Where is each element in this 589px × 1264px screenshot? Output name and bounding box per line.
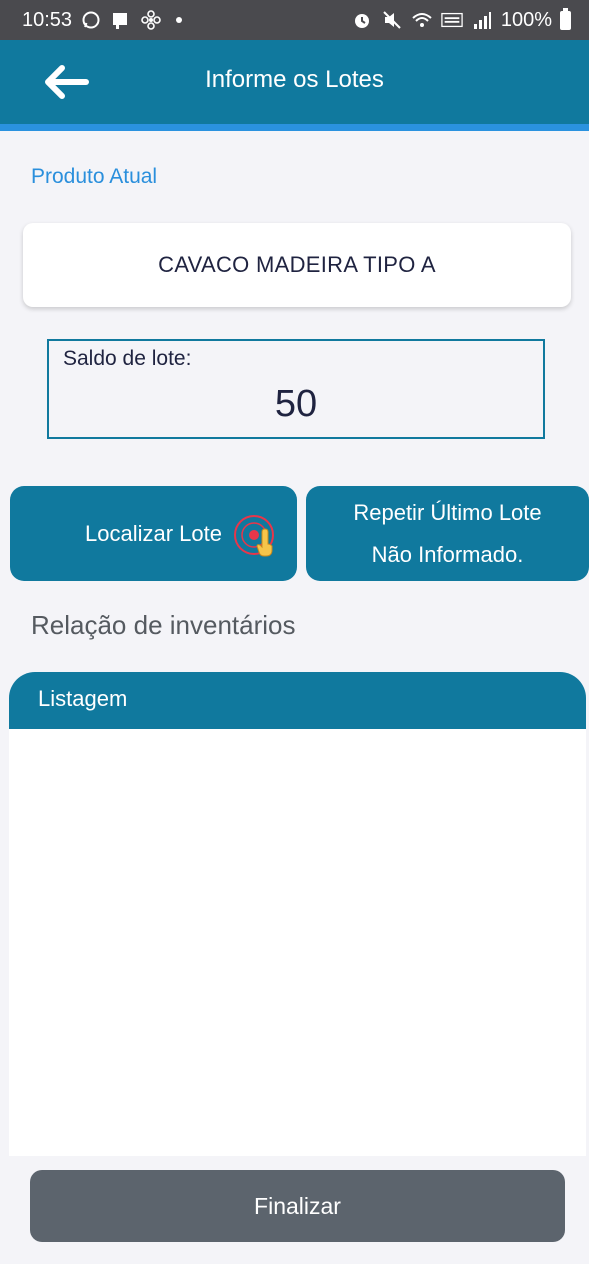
status-bar: 10:53 100% — [0, 0, 589, 40]
battery-icon — [560, 7, 571, 30]
find-lot-button-label: Localizar Lote — [85, 520, 222, 546]
battery-percent: 100% — [500, 8, 552, 31]
volte-icon — [441, 9, 463, 31]
status-time: 10:53 — [22, 8, 73, 31]
page-title: Informe os Lotes — [205, 66, 384, 93]
lot-balance-label: Saldo de lote: — [63, 347, 192, 370]
inventory-section-title: Relação de inventários — [31, 610, 296, 640]
finish-button[interactable]: Finalizar — [30, 1170, 565, 1242]
app-bar: Informe os Lotes — [0, 40, 589, 124]
finish-button-label: Finalizar — [254, 1192, 341, 1219]
signal-icon — [471, 9, 493, 31]
notification-app-icon — [110, 9, 132, 31]
repeat-last-lot-button[interactable]: Repetir Último Lote Não Informado. — [306, 486, 589, 581]
repeat-last-lot-line2: Não Informado. — [371, 541, 524, 567]
product-name: CAVACO MADEIRA TIPO A — [158, 252, 436, 277]
whatsapp-icon — [80, 9, 102, 31]
current-product-card: CAVACO MADEIRA TIPO A — [23, 223, 571, 307]
inventory-list[interactable] — [9, 729, 586, 1156]
status-dot — [176, 17, 183, 23]
repeat-last-lot-line1: Repetir Último Lote — [353, 499, 542, 525]
list-header-label: Listagem — [38, 686, 128, 711]
touch-pointer-icon — [234, 515, 274, 557]
alarm-icon — [351, 9, 373, 31]
fan-icon — [140, 9, 162, 31]
wifi-icon — [411, 9, 433, 31]
list-header: Listagem — [9, 672, 586, 730]
current-product-label: Produto Atual — [31, 165, 158, 188]
lot-balance-value: 50 — [274, 383, 318, 425]
app-bar-accent-line — [0, 124, 589, 131]
mute-icon — [381, 9, 403, 31]
lot-balance-box: Saldo de lote: 50 — [47, 339, 545, 439]
